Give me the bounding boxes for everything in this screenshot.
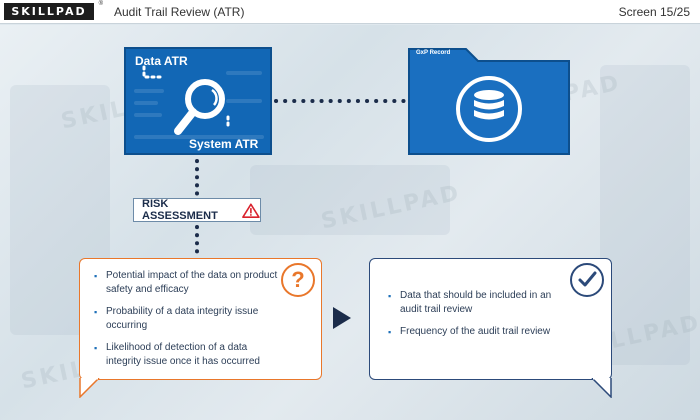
risk-assessment-box: RISK ASSESSMENT <box>133 198 261 222</box>
registered-mark: ® <box>98 1 103 7</box>
dotted-connector <box>195 225 199 257</box>
checkmark-icon <box>570 263 604 297</box>
database-icon <box>456 76 522 142</box>
list-item: Likelihood of detection of a data integr… <box>94 341 284 369</box>
risk-factors-list: Potential impact of the data on product … <box>94 269 284 377</box>
warning-icon <box>242 202 260 218</box>
list-item: Probability of a data integrity issue oc… <box>94 305 284 333</box>
logo-text: SKILLPAD <box>11 5 87 18</box>
list-item: Data that should be included in an audit… <box>388 289 558 317</box>
skillpad-logo: SKILLPAD ® <box>4 1 103 20</box>
risk-assessment-label: RISK ASSESSMENT <box>142 198 218 222</box>
slide-stage: SKILLPAD SKILLPAD SKILLPAD SKILLPAD SKIL… <box>0 25 700 420</box>
list-item: Potential impact of the data on product … <box>94 269 284 297</box>
dotted-connector <box>142 65 230 131</box>
gxp-record-folder: GxP Record <box>408 47 570 155</box>
top-bar: SKILLPAD ® Audit Trail Review (ATR) Scre… <box>0 0 700 24</box>
outcomes-list: Data that should be included in an audit… <box>388 289 558 347</box>
bubble-tail <box>79 378 100 398</box>
play-arrow-icon <box>333 307 351 329</box>
atr-panel: Data ATR System ATR <box>124 47 272 155</box>
dotted-connector <box>274 99 406 103</box>
screen-counter: Screen 15/25 <box>618 5 690 19</box>
dotted-connector <box>195 159 199 197</box>
module-title: Audit Trail Review (ATR) <box>114 5 245 19</box>
bubble-tail <box>591 378 612 398</box>
gxp-record-label: GxP Record <box>416 50 451 56</box>
list-item: Frequency of the audit trail review <box>388 325 558 339</box>
question-icon: ? <box>281 263 315 297</box>
